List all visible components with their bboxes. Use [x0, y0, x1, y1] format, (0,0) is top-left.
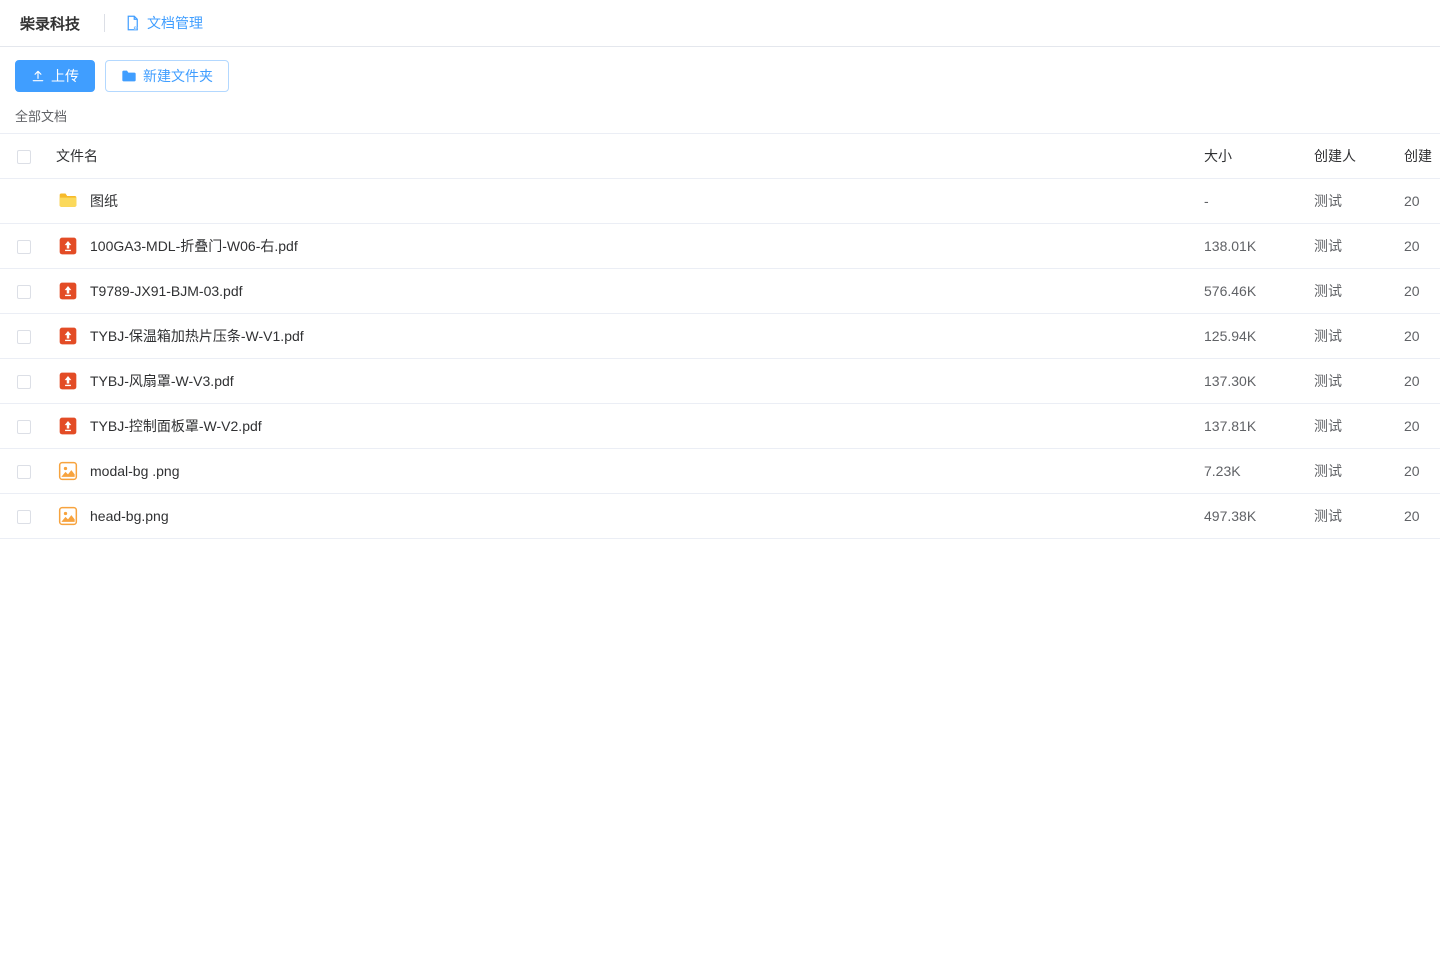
- row-checkbox-cell[interactable]: [0, 224, 48, 269]
- row-creator: 测试: [1306, 179, 1396, 224]
- upload-icon: [31, 69, 51, 83]
- row-checkbox[interactable]: [17, 510, 31, 524]
- table-row[interactable]: T9789-JX91-BJM-03.pdf 576.46K测试20: [0, 269, 1440, 314]
- row-creator: 测试: [1306, 314, 1396, 359]
- table-row[interactable]: head-bg.png 497.38K测试20: [0, 494, 1440, 539]
- row-time: 20: [1396, 404, 1440, 449]
- folder-icon: [121, 69, 143, 83]
- row-creator: 测试: [1306, 359, 1396, 404]
- file-name[interactable]: 图纸: [90, 191, 118, 211]
- row-time: 20: [1396, 314, 1440, 359]
- table-header-row: 文件名 大小 创建人 创建: [0, 134, 1440, 179]
- header-time[interactable]: 创建: [1396, 134, 1440, 179]
- row-checkbox[interactable]: [17, 330, 31, 344]
- row-checkbox-cell[interactable]: [0, 314, 48, 359]
- row-creator: 测试: [1306, 449, 1396, 494]
- row-time: 20: [1396, 359, 1440, 404]
- row-checkbox-cell[interactable]: [0, 359, 48, 404]
- doc-management-nav[interactable]: 文档管理: [123, 13, 203, 33]
- table-row[interactable]: 图纸 -测试20: [0, 179, 1440, 224]
- vertical-divider: [104, 14, 105, 32]
- row-checkbox[interactable]: [17, 420, 31, 434]
- row-name-cell: TYBJ-风扇罩-W-V3.pdf: [48, 359, 1196, 404]
- row-checkbox[interactable]: [17, 465, 31, 479]
- row-checkbox-cell[interactable]: [0, 449, 48, 494]
- row-time: 20: [1396, 224, 1440, 269]
- row-name-cell: TYBJ-控制面板罩-W-V2.pdf: [48, 404, 1196, 449]
- row-name-cell: T9789-JX91-BJM-03.pdf: [48, 269, 1196, 314]
- pdf-icon: [56, 279, 80, 303]
- row-name-cell: head-bg.png: [48, 494, 1196, 539]
- row-size: 497.38K: [1196, 494, 1306, 539]
- new-folder-label: 新建文件夹: [143, 69, 213, 83]
- upload-label: 上传: [51, 69, 79, 83]
- header-creator[interactable]: 创建人: [1306, 134, 1396, 179]
- file-name[interactable]: 100GA3-MDL-折叠门-W06-右.pdf: [90, 236, 298, 256]
- pdf-icon: [56, 324, 80, 348]
- table-row[interactable]: modal-bg .png 7.23K测试20: [0, 449, 1440, 494]
- row-name-cell: modal-bg .png: [48, 449, 1196, 494]
- row-checkbox-cell[interactable]: [0, 404, 48, 449]
- select-all-checkbox[interactable]: [17, 150, 31, 164]
- file-name[interactable]: head-bg.png: [90, 508, 169, 524]
- file-name[interactable]: TYBJ-控制面板罩-W-V2.pdf: [90, 416, 262, 436]
- table-row[interactable]: TYBJ-风扇罩-W-V3.pdf 137.30K测试20: [0, 359, 1440, 404]
- row-size: 7.23K: [1196, 449, 1306, 494]
- file-name[interactable]: modal-bg .png: [90, 463, 180, 479]
- file-name[interactable]: TYBJ-保温箱加热片压条-W-V1.pdf: [90, 326, 304, 346]
- row-checkbox[interactable]: [17, 240, 31, 254]
- row-creator: 测试: [1306, 269, 1396, 314]
- row-creator: 测试: [1306, 404, 1396, 449]
- row-size: -: [1196, 179, 1306, 224]
- row-checkbox-cell[interactable]: [0, 179, 48, 224]
- row-size: 137.81K: [1196, 404, 1306, 449]
- row-creator: 测试: [1306, 494, 1396, 539]
- header-name[interactable]: 文件名: [48, 134, 1196, 179]
- row-creator: 测试: [1306, 224, 1396, 269]
- row-name-cell: 图纸: [48, 179, 1196, 224]
- table-row[interactable]: TYBJ-保温箱加热片压条-W-V1.pdf 125.94K测试20: [0, 314, 1440, 359]
- table-row[interactable]: TYBJ-控制面板罩-W-V2.pdf 137.81K测试20: [0, 404, 1440, 449]
- row-size: 138.01K: [1196, 224, 1306, 269]
- row-checkbox[interactable]: [17, 375, 31, 389]
- image-icon: [56, 504, 80, 528]
- pdf-icon: [56, 234, 80, 258]
- row-size: 576.46K: [1196, 269, 1306, 314]
- file-name[interactable]: TYBJ-风扇罩-W-V3.pdf: [90, 371, 234, 391]
- app-header: 柴录科技 文档管理: [0, 0, 1440, 47]
- row-size: 125.94K: [1196, 314, 1306, 359]
- document-icon: [123, 14, 147, 32]
- row-time: 20: [1396, 449, 1440, 494]
- doc-management-label: 文档管理: [147, 13, 203, 33]
- row-checkbox-cell[interactable]: [0, 269, 48, 314]
- row-time: 20: [1396, 269, 1440, 314]
- folder-icon: [56, 189, 80, 213]
- new-folder-button[interactable]: 新建文件夹: [105, 60, 229, 92]
- row-time: 20: [1396, 494, 1440, 539]
- pdf-icon: [56, 369, 80, 393]
- file-name[interactable]: T9789-JX91-BJM-03.pdf: [90, 283, 243, 299]
- row-time: 20: [1396, 179, 1440, 224]
- file-table: 文件名 大小 创建人 创建 图纸-测试20100GA3-MDL-折叠门-W06-…: [0, 133, 1440, 539]
- row-name-cell: TYBJ-保温箱加热片压条-W-V1.pdf: [48, 314, 1196, 359]
- image-icon: [56, 459, 80, 483]
- header-checkbox-col[interactable]: [0, 134, 48, 179]
- row-size: 137.30K: [1196, 359, 1306, 404]
- row-checkbox-cell[interactable]: [0, 494, 48, 539]
- row-name-cell: 100GA3-MDL-折叠门-W06-右.pdf: [48, 224, 1196, 269]
- toolbar: 上传 新建文件夹: [0, 47, 1440, 98]
- header-size[interactable]: 大小: [1196, 134, 1306, 179]
- breadcrumb-root: 全部文档: [15, 109, 67, 124]
- upload-button[interactable]: 上传: [15, 60, 95, 92]
- brand-title: 柴录科技: [20, 13, 80, 34]
- row-checkbox[interactable]: [17, 285, 31, 299]
- breadcrumb[interactable]: 全部文档: [0, 98, 1440, 133]
- pdf-icon: [56, 414, 80, 438]
- table-row[interactable]: 100GA3-MDL-折叠门-W06-右.pdf 138.01K测试20: [0, 224, 1440, 269]
